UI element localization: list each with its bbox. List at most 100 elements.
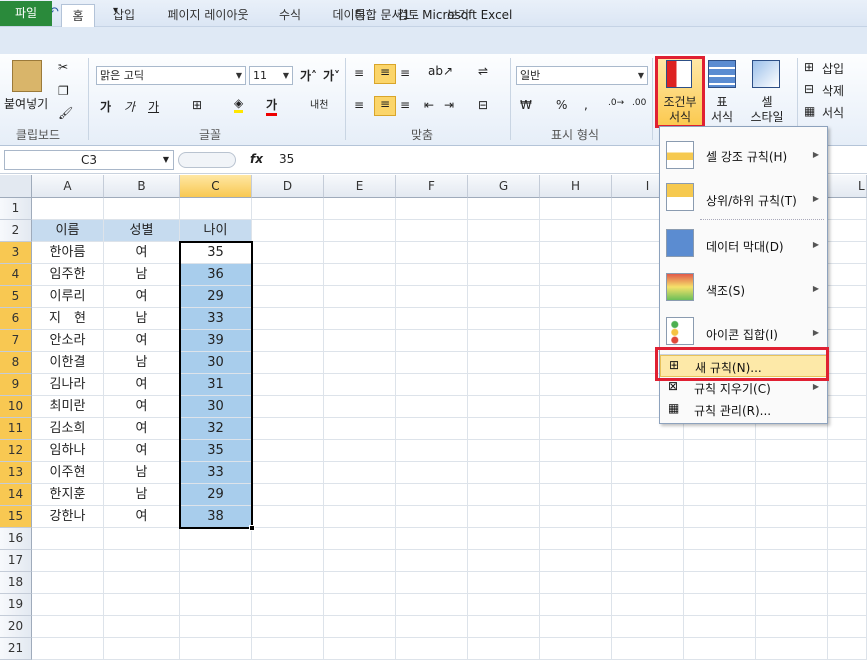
menu-item-data-bars[interactable]: 데이터 막대(D) ▶ bbox=[660, 223, 827, 267]
table-cell[interactable]: 여 bbox=[104, 506, 180, 528]
grid-cell[interactable] bbox=[468, 330, 540, 352]
align-top-icon[interactable]: ≡ bbox=[354, 66, 364, 80]
grid-cell[interactable] bbox=[612, 484, 684, 506]
format-cells-button[interactable]: 서식 bbox=[822, 104, 844, 121]
grid-cell[interactable] bbox=[828, 440, 867, 462]
align-left-icon[interactable]: ≡ bbox=[354, 98, 364, 112]
grid-cell[interactable] bbox=[396, 528, 468, 550]
table-cell[interactable]: 여 bbox=[104, 330, 180, 352]
row-header[interactable]: 5 bbox=[0, 286, 32, 308]
italic-icon[interactable]: 가 bbox=[124, 98, 135, 115]
row-header[interactable]: 13 bbox=[0, 462, 32, 484]
grid-cell[interactable] bbox=[396, 374, 468, 396]
grid-cell[interactable] bbox=[828, 418, 867, 440]
grid-cell[interactable] bbox=[252, 308, 324, 330]
delete-cells-button[interactable]: 삭제 bbox=[822, 82, 844, 99]
grid-cell[interactable] bbox=[828, 308, 867, 330]
percent-button[interactable]: % bbox=[556, 98, 567, 112]
grid-cell[interactable] bbox=[252, 330, 324, 352]
grid-cell[interactable] bbox=[324, 572, 396, 594]
decrease-indent-icon[interactable]: ⇤ bbox=[424, 98, 434, 112]
grid-cell[interactable] bbox=[828, 374, 867, 396]
grid-cell[interactable] bbox=[828, 506, 867, 528]
shrink-font-icon[interactable]: 가˅ bbox=[323, 67, 340, 84]
column-header[interactable]: D bbox=[252, 175, 324, 198]
table-cell[interactable]: 여 bbox=[104, 374, 180, 396]
grid-cell[interactable] bbox=[612, 616, 684, 638]
table-cell[interactable]: 여 bbox=[104, 418, 180, 440]
grid-cell[interactable] bbox=[684, 440, 756, 462]
underline-icon[interactable]: 가 bbox=[148, 98, 159, 115]
grid-cell[interactable] bbox=[756, 550, 828, 572]
grid-cell[interactable] bbox=[252, 594, 324, 616]
grid-cell[interactable] bbox=[540, 352, 612, 374]
row-header[interactable]: 11 bbox=[0, 418, 32, 440]
grid-cell[interactable] bbox=[756, 462, 828, 484]
grid-cell[interactable] bbox=[828, 594, 867, 616]
grid-cell[interactable] bbox=[396, 242, 468, 264]
grid-cell[interactable] bbox=[324, 594, 396, 616]
grid-cell[interactable] bbox=[540, 396, 612, 418]
grid-cell[interactable] bbox=[756, 528, 828, 550]
grid-cell[interactable] bbox=[324, 528, 396, 550]
grid-cell[interactable] bbox=[468, 616, 540, 638]
tab-file[interactable]: 파일 bbox=[0, 1, 52, 26]
grid-cell[interactable] bbox=[396, 198, 468, 220]
tab-page-layout[interactable]: 페이지 레이아웃 bbox=[156, 4, 260, 27]
insert-cells-icon[interactable]: ⊞ bbox=[804, 60, 814, 74]
grid-cell[interactable] bbox=[252, 264, 324, 286]
grid-cell[interactable] bbox=[396, 440, 468, 462]
grid-cell[interactable] bbox=[828, 638, 867, 660]
column-header[interactable]: L bbox=[828, 175, 867, 198]
grid-cell[interactable] bbox=[828, 550, 867, 572]
grid-cell[interactable] bbox=[396, 286, 468, 308]
table-header-cell[interactable]: 이름 bbox=[32, 220, 104, 242]
grid-cell[interactable] bbox=[252, 352, 324, 374]
menu-item-manage-rules[interactable]: ▦ 규칙 관리(R)... bbox=[660, 399, 827, 421]
grid-cell[interactable] bbox=[104, 528, 180, 550]
align-right-icon[interactable]: ≡ bbox=[400, 98, 410, 112]
grid-cell[interactable] bbox=[396, 220, 468, 242]
grid-cell[interactable] bbox=[612, 506, 684, 528]
grid-cell[interactable] bbox=[828, 396, 867, 418]
grid-cell[interactable] bbox=[396, 396, 468, 418]
grid-cell[interactable] bbox=[468, 264, 540, 286]
grid-cell[interactable] bbox=[828, 198, 867, 220]
grid-cell[interactable] bbox=[252, 418, 324, 440]
grid-cell[interactable] bbox=[756, 594, 828, 616]
row-header[interactable]: 12 bbox=[0, 440, 32, 462]
align-center-icon[interactable]: ≡ bbox=[374, 96, 396, 116]
table-cell[interactable]: 최미란 bbox=[32, 396, 104, 418]
row-header[interactable]: 1 bbox=[0, 198, 32, 220]
table-cell[interactable]: 김나라 bbox=[32, 374, 104, 396]
phonetic-icon[interactable]: 내천 bbox=[310, 96, 328, 111]
grid-cell[interactable] bbox=[684, 550, 756, 572]
grid-cell[interactable] bbox=[180, 528, 252, 550]
grid-cell[interactable] bbox=[324, 330, 396, 352]
grid-cell[interactable] bbox=[324, 264, 396, 286]
grid-cell[interactable] bbox=[32, 550, 104, 572]
paste-button-label[interactable]: 붙여넣기 bbox=[4, 95, 48, 112]
row-header[interactable]: 19 bbox=[0, 594, 32, 616]
table-cell[interactable]: 이주현 bbox=[32, 462, 104, 484]
table-cell[interactable]: 남 bbox=[104, 264, 180, 286]
grid-cell[interactable] bbox=[396, 550, 468, 572]
table-cell[interactable]: 임하나 bbox=[32, 440, 104, 462]
grid-cell[interactable] bbox=[468, 440, 540, 462]
grid-cell[interactable] bbox=[396, 330, 468, 352]
number-format-combo[interactable]: 일반 ▼ bbox=[516, 66, 648, 85]
table-cell[interactable]: 남 bbox=[104, 352, 180, 374]
grid-cell[interactable] bbox=[32, 198, 104, 220]
grid-cell[interactable] bbox=[684, 638, 756, 660]
grid-cell[interactable] bbox=[324, 484, 396, 506]
row-header[interactable]: 10 bbox=[0, 396, 32, 418]
row-header[interactable]: 3 bbox=[0, 242, 32, 264]
delete-cells-icon[interactable]: ⊟ bbox=[804, 82, 814, 96]
format-cells-icon[interactable]: ▦ bbox=[804, 104, 815, 118]
grid-cell[interactable] bbox=[540, 462, 612, 484]
grid-cell[interactable] bbox=[540, 440, 612, 462]
grid-cell[interactable] bbox=[612, 638, 684, 660]
grid-cell[interactable] bbox=[252, 374, 324, 396]
row-header[interactable]: 18 bbox=[0, 572, 32, 594]
row-header[interactable]: 6 bbox=[0, 308, 32, 330]
